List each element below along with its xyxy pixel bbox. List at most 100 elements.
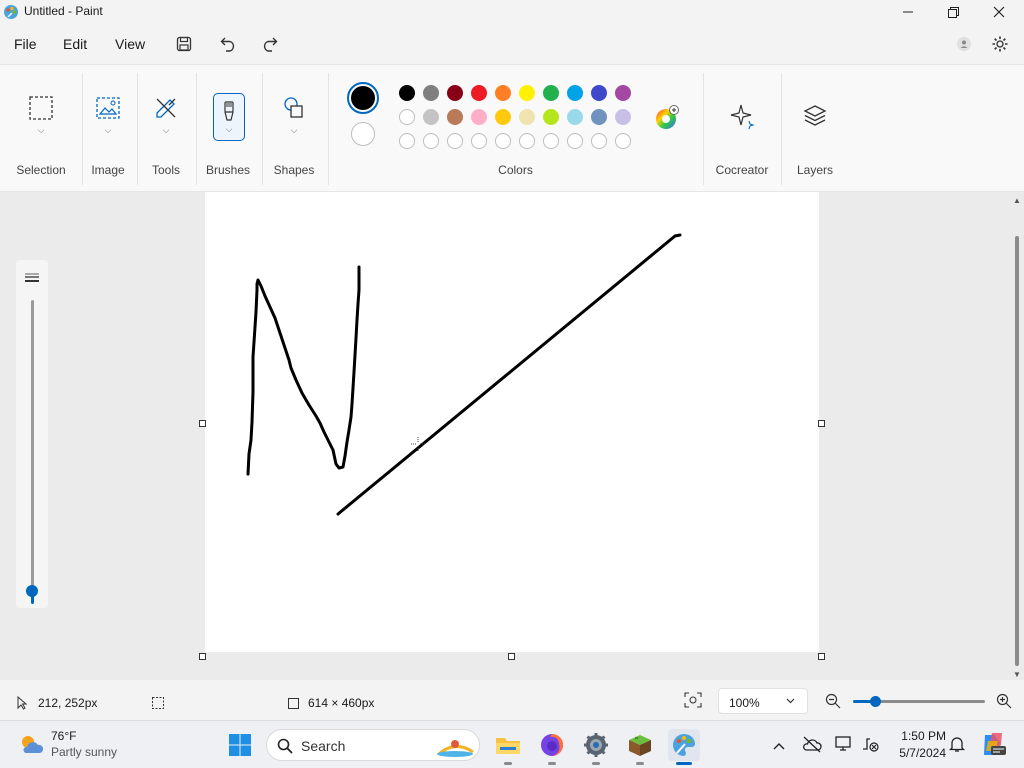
custom-color-slot[interactable] (519, 133, 535, 149)
taskbar-search[interactable]: Search (266, 729, 480, 761)
color-swatch[interactable] (423, 109, 439, 125)
custom-color-slot[interactable] (495, 133, 511, 149)
taskbar-file-explorer[interactable] (492, 729, 524, 765)
workspace: ▲ ▼ (0, 192, 1024, 680)
canvas-strokes (246, 233, 682, 516)
zoom-out-icon (825, 693, 841, 709)
color-swatch[interactable] (543, 109, 559, 125)
maximize-button[interactable] (930, 0, 976, 24)
status-bar: 212, 252px 614 × 460px 100% (0, 680, 1024, 720)
custom-color-slot[interactable] (399, 133, 415, 149)
color-swatch[interactable] (591, 85, 607, 101)
custom-color-slot[interactable] (567, 133, 583, 149)
color-swatch[interactable] (615, 85, 631, 101)
cocreator-button[interactable] (729, 103, 755, 129)
running-indicator (592, 762, 600, 765)
weather-temp: 76°F (51, 729, 77, 743)
color-swatch[interactable] (495, 109, 511, 125)
edit-colors-button[interactable] (654, 105, 680, 131)
chevron-down-icon: ⌵ (290, 125, 298, 135)
brush-size-slider[interactable] (16, 260, 48, 608)
resize-handle-bottom[interactable] (508, 653, 515, 660)
zoom-slider[interactable] (853, 696, 985, 707)
tray-onedrive[interactable] (802, 735, 822, 758)
color-swatch[interactable] (495, 85, 511, 101)
menu-view[interactable]: View (115, 36, 145, 52)
tray-network[interactable] (860, 735, 880, 758)
custom-color-slot[interactable] (543, 133, 559, 149)
color-swatch[interactable] (399, 109, 415, 125)
custom-color-slot[interactable] (615, 133, 631, 149)
brushes-button[interactable]: ⌵ (213, 93, 245, 141)
color-swatch[interactable] (471, 109, 487, 125)
resize-handle-left[interactable] (199, 420, 206, 427)
resize-handle-right[interactable] (818, 420, 825, 427)
color-swatch[interactable] (615, 109, 631, 125)
custom-color-slot[interactable] (591, 133, 607, 149)
undo-button[interactable] (215, 32, 243, 56)
close-button[interactable] (976, 0, 1022, 24)
scroll-down-icon[interactable]: ▼ (1013, 670, 1021, 679)
color-swatch[interactable] (519, 85, 535, 101)
pencil-tools-icon (156, 98, 176, 118)
chevron-down-icon: ⌵ (37, 125, 45, 135)
group-brushes: ⌵ Brushes (197, 65, 259, 193)
taskbar-paint[interactable] (668, 729, 700, 765)
group-tools: ⌵ Tools (138, 65, 194, 193)
color-swatch[interactable] (567, 109, 583, 125)
custom-color-slot[interactable] (423, 133, 439, 149)
fit-to-window-button[interactable] (684, 692, 704, 710)
resize-handle-bottom-right[interactable] (818, 653, 825, 660)
partly-sunny-icon (22, 736, 44, 753)
color-swatch[interactable] (567, 85, 583, 101)
selection-button[interactable]: ⌵ (28, 95, 54, 136)
taskbar-settings[interactable] (580, 729, 612, 765)
windows-logo-icon (229, 734, 251, 756)
color-swatch[interactable] (399, 85, 415, 101)
taskbar-firefox[interactable] (536, 729, 568, 765)
slider-thumb[interactable] (26, 585, 38, 597)
color-swatch[interactable] (543, 85, 559, 101)
scroll-up-icon[interactable]: ▲ (1013, 196, 1021, 205)
redo-button[interactable] (255, 32, 283, 56)
group-label-brushes: Brushes (205, 163, 251, 177)
tray-display[interactable] (834, 735, 854, 758)
cursor-position-text: 212, 252px (38, 696, 98, 710)
custom-color-slot[interactable] (471, 133, 487, 149)
menu-file[interactable]: File (14, 36, 37, 52)
start-button[interactable] (224, 729, 256, 761)
notifications-button[interactable] (948, 735, 966, 758)
account-button[interactable] (950, 32, 978, 56)
color-swatch[interactable] (447, 85, 463, 101)
show-hidden-icons-button[interactable] (772, 738, 786, 756)
color-swatch[interactable] (519, 109, 535, 125)
minimize-button[interactable] (885, 0, 931, 24)
custom-color-slot[interactable] (447, 133, 463, 149)
resize-handle-bottom-left[interactable] (199, 653, 206, 660)
image-button[interactable]: ⌵ (95, 95, 121, 136)
taskbar-minecraft[interactable] (624, 729, 656, 765)
zoom-out-button[interactable] (825, 693, 841, 712)
vertical-scrollbar[interactable]: ▲ ▼ (1012, 196, 1022, 680)
copilot-button[interactable] (980, 731, 1006, 762)
weather-widget[interactable]: 76°F Partly sunny (16, 729, 156, 761)
color-swatch[interactable] (591, 109, 607, 125)
color-swatch[interactable] (471, 85, 487, 101)
zoom-in-button[interactable] (996, 693, 1012, 712)
save-button[interactable] (170, 32, 198, 56)
clock[interactable]: 1:50 PM 5/7/2024 (886, 729, 946, 760)
shapes-button[interactable]: ⌵ (281, 95, 307, 136)
tools-button[interactable]: ⌵ (153, 95, 179, 136)
slider-track (31, 300, 34, 590)
zoom-slider-thumb[interactable] (870, 696, 881, 707)
zoom-dropdown[interactable]: 100% (718, 688, 808, 714)
running-indicator (504, 762, 512, 765)
drawing-canvas[interactable] (205, 192, 819, 652)
color-palette (329, 65, 702, 165)
layers-button[interactable] (802, 103, 828, 129)
color-swatch[interactable] (447, 109, 463, 125)
scrollbar-thumb[interactable] (1015, 236, 1019, 666)
color-swatch[interactable] (423, 85, 439, 101)
settings-button[interactable] (986, 32, 1014, 56)
menu-edit[interactable]: Edit (63, 36, 87, 52)
